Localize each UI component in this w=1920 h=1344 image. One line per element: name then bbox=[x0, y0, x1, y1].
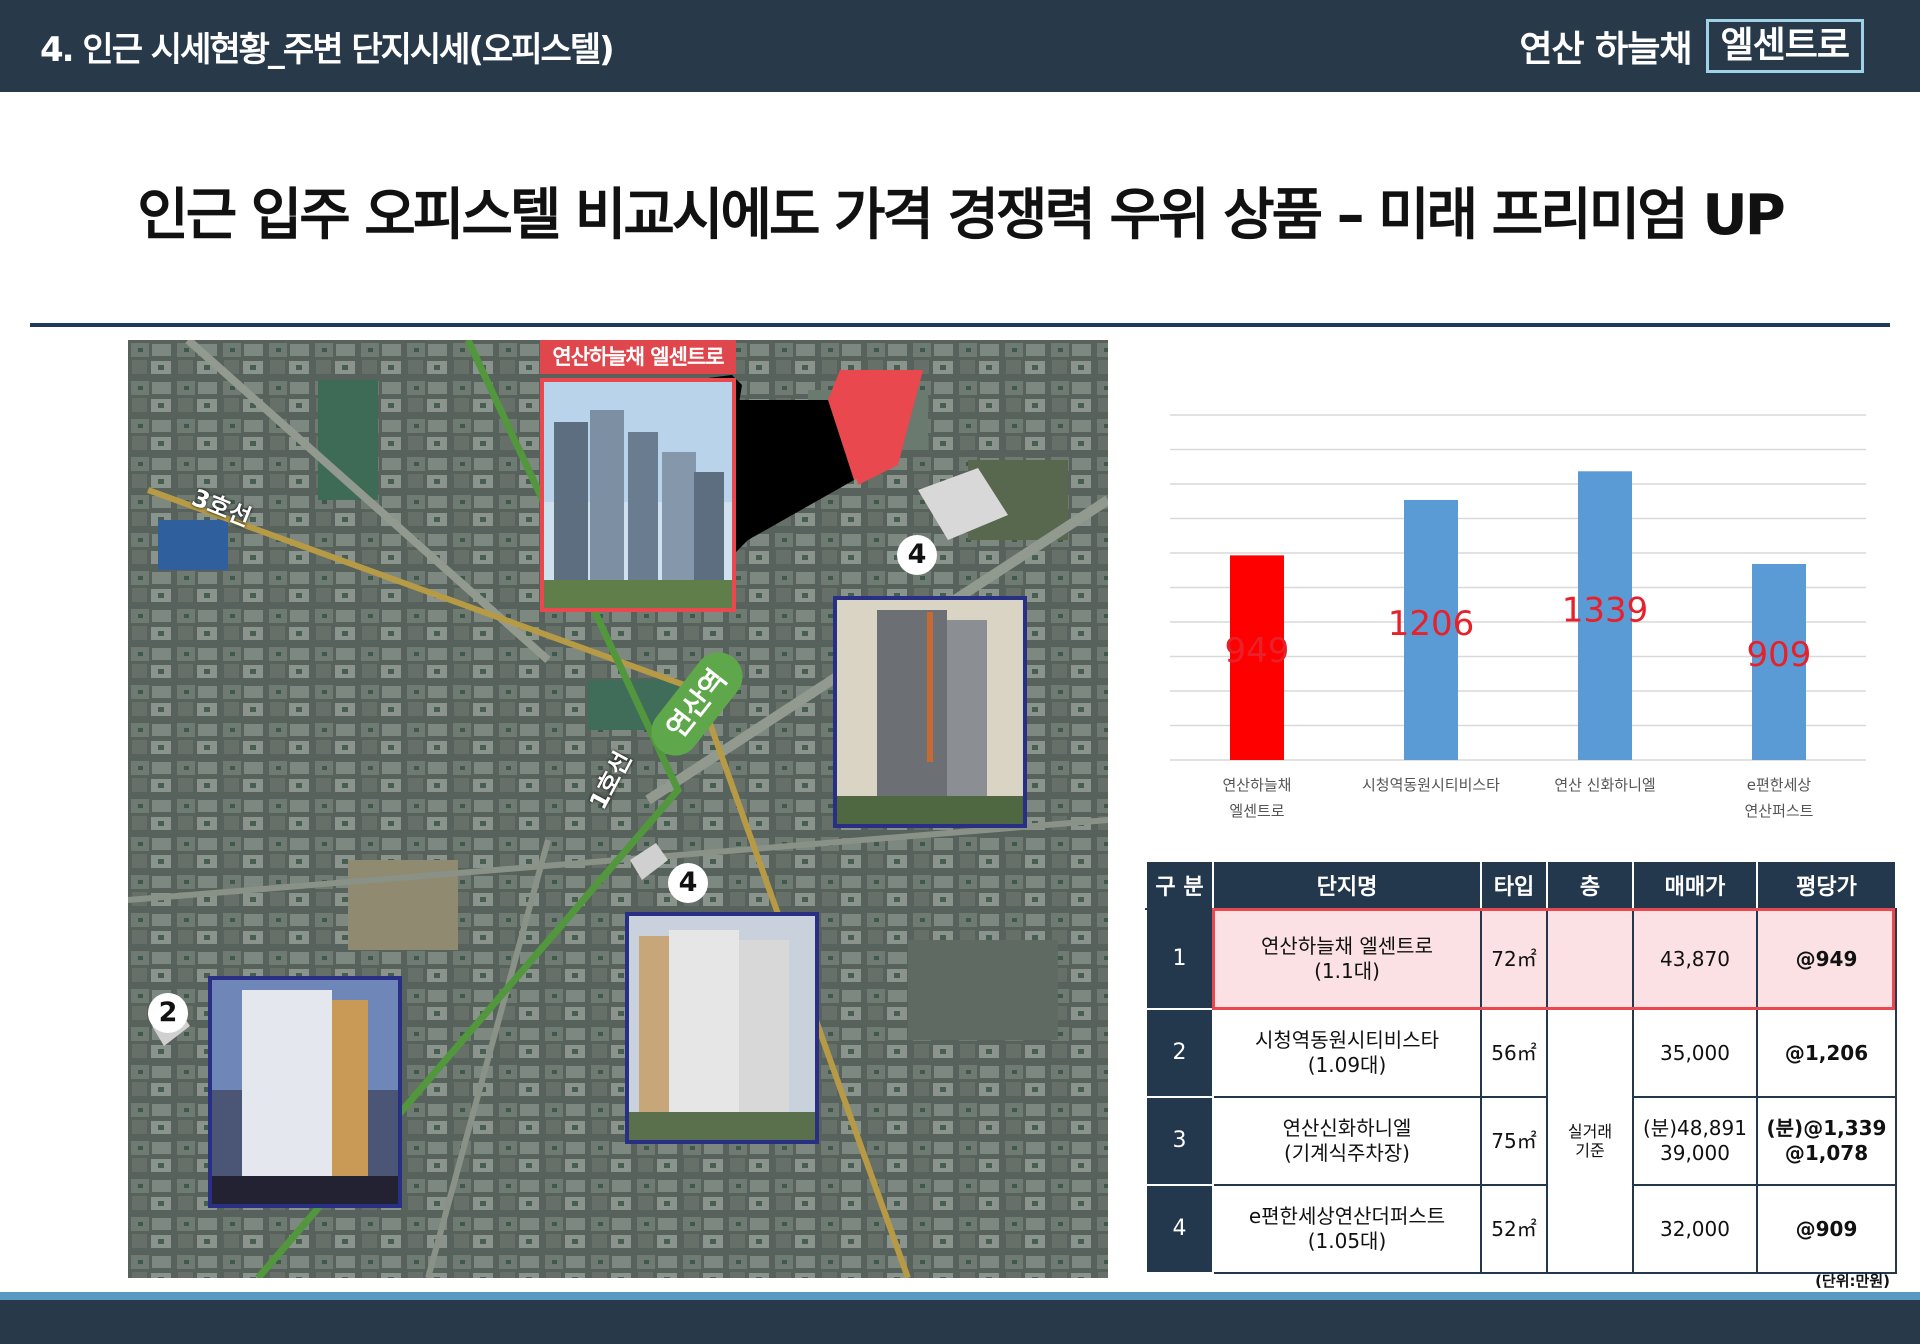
row-pyeong: @1,206 bbox=[1756, 1008, 1897, 1098]
chart-data-label: 949 bbox=[1225, 631, 1290, 671]
row-type: 52㎡ bbox=[1480, 1184, 1548, 1274]
row-name-sub: (1.1대) bbox=[1314, 959, 1380, 983]
chart-svg: 949 연산하늘채엘센트로 1206 시청역동원시티비스타 1339 연산 신화하니엘 90… bbox=[1170, 414, 1866, 820]
row-name-main: e편한세상연산더퍼스트 bbox=[1248, 1204, 1446, 1228]
table-row: 2 시청역동원시티비스타 (1.09대) 56㎡ 실거래 기준 35,000 @1,… bbox=[1145, 1008, 1897, 1274]
row-no: 2 bbox=[1145, 1008, 1214, 1098]
table-header-row: 구 분 단지명 타입 층 매매가 평당가 bbox=[1145, 860, 1897, 910]
marker-4-top: 4 bbox=[897, 535, 937, 575]
brand-sub: 엘센트로 bbox=[1705, 19, 1864, 73]
row-type: 72㎡ bbox=[1480, 908, 1548, 1010]
row-name-main: 시청역동원시티비스타 bbox=[1255, 1028, 1439, 1052]
row-pyeong-actual: @1,078 bbox=[1784, 1141, 1869, 1165]
row-price-actual: 39,000 bbox=[1660, 1141, 1730, 1165]
section-title: 4. 인근 시세현황_주변 단지시세(오피스텔) bbox=[40, 30, 615, 70]
row-no: 3 bbox=[1145, 1096, 1214, 1186]
row-name: 연산신화하니엘 (기계식주차장) bbox=[1212, 1096, 1482, 1186]
row-no: 4 bbox=[1145, 1184, 1214, 1274]
floor-note-1: 실거래 bbox=[1567, 1121, 1613, 1141]
row-price: 32,000 bbox=[1632, 1184, 1758, 1274]
row-type: 75㎡ bbox=[1480, 1096, 1548, 1186]
chart-data-label: 1339 bbox=[1562, 590, 1649, 630]
page-headline: 인근 입주 오피스텔 비교시에도 가격 경쟁력 우위 상품 – 미래 프리미엄 … bbox=[137, 183, 1786, 248]
marker-2: 2 bbox=[148, 993, 188, 1033]
floor-note-2: 기준 bbox=[1575, 1141, 1605, 1160]
chart-category-label: 연산 신화하니엘 bbox=[1554, 776, 1655, 794]
row-name-sub: (1.09대) bbox=[1307, 1053, 1387, 1077]
comparison-table: 구 분 단지명 타입 층 매매가 평당가 1 연산하늘채 엘센트로 (1.1대) … bbox=[1145, 860, 1897, 1275]
divider bbox=[30, 323, 1890, 327]
header-gubun: 구 분 bbox=[1145, 860, 1214, 910]
row-pyeong: @949 bbox=[1756, 908, 1897, 1010]
row-pyeong-pre: (분)@1,339 bbox=[1766, 1116, 1887, 1140]
chart-data-label: 1206 bbox=[1388, 604, 1475, 644]
building-photo-4b bbox=[625, 912, 819, 1144]
table-row: 3 연산신화하니엘 (기계식주차장) 75㎡ (분)48,891 39,000 (분… bbox=[1145, 1096, 1897, 1186]
header-pyeong: 평당가 bbox=[1756, 860, 1897, 910]
row-name: e편한세상연산더퍼스트 (1.05대) bbox=[1212, 1184, 1482, 1274]
row-price: (분)48,891 39,000 bbox=[1632, 1096, 1758, 1186]
building-photo-2 bbox=[208, 976, 402, 1208]
brand-name: 연산 하늘채 bbox=[1519, 29, 1692, 70]
row-name-sub: (1.05대) bbox=[1307, 1229, 1387, 1253]
brand-logo: 연산 하늘채 엘센트로 bbox=[1519, 18, 1864, 74]
chart-category-label: 연산퍼스트 bbox=[1744, 802, 1813, 820]
site-building-photo bbox=[540, 378, 736, 612]
chart-data-label: 909 bbox=[1747, 635, 1812, 675]
chart-category-label: 엘센트로 bbox=[1229, 802, 1284, 820]
row-price: 35,000 bbox=[1632, 1008, 1758, 1098]
row-pyeong: @909 bbox=[1756, 1184, 1897, 1274]
row-name-main: 연산하늘채 엘센트로 bbox=[1261, 934, 1433, 958]
header-floor: 층 bbox=[1546, 860, 1634, 910]
header-name: 단지명 bbox=[1212, 860, 1482, 910]
header-price: 매매가 bbox=[1632, 860, 1758, 910]
row-name: 연산하늘채 엘센트로 (1.1대) bbox=[1212, 908, 1482, 1010]
chart-category-label: e편한세상 bbox=[1747, 776, 1812, 794]
row-name-sub: (기계식주차장) bbox=[1283, 1141, 1410, 1165]
footer-bar bbox=[0, 1300, 1920, 1344]
building-photo-4a bbox=[833, 596, 1027, 828]
header-bar: 4. 인근 시세현황_주변 단지시세(오피스텔) 연산 하늘채 엘센트로 bbox=[0, 0, 1920, 92]
table-row: 1 연산하늘채 엘센트로 (1.1대) 72㎡ 43,870 @949 bbox=[1145, 908, 1897, 1010]
row-no: 1 bbox=[1145, 908, 1214, 1010]
unit-note: (단위:만원) bbox=[1815, 1272, 1890, 1290]
row-floor bbox=[1546, 908, 1634, 1010]
chart-category-label: 연산하늘채 bbox=[1222, 776, 1291, 794]
row-price: 43,870 bbox=[1632, 908, 1758, 1010]
row-pyeong: (분)@1,339 @1,078 bbox=[1756, 1096, 1897, 1186]
row-floor-merged: 실거래 기준 bbox=[1546, 1008, 1634, 1274]
price-table: 구 분 단지명 타입 층 매매가 평당가 1 연산하늘채 엘센트로 (1.1대) … bbox=[1145, 860, 1897, 1274]
footer-accent bbox=[0, 1292, 1920, 1300]
price-bar-chart: 949 연산하늘채엘센트로 1206 시청역동원시티비스타 1339 연산 신화하니엘 90… bbox=[1148, 390, 1888, 830]
row-price-pre: (분)48,891 bbox=[1643, 1116, 1747, 1140]
row-name-main: 연산신화하니엘 bbox=[1282, 1116, 1412, 1140]
marker-4-bottom: 4 bbox=[668, 863, 708, 903]
row-name: 시청역동원시티비스타 (1.09대) bbox=[1212, 1008, 1482, 1098]
row-type: 56㎡ bbox=[1480, 1008, 1548, 1098]
header-type: 타입 bbox=[1480, 860, 1548, 910]
chart-category-label: 시청역동원시티비스타 bbox=[1362, 776, 1500, 794]
site-label: 연산하늘채 엘센트로 bbox=[540, 340, 736, 374]
table-row: 4 e편한세상연산더퍼스트 (1.05대) 52㎡ 32,000 @909 bbox=[1145, 1184, 1897, 1274]
